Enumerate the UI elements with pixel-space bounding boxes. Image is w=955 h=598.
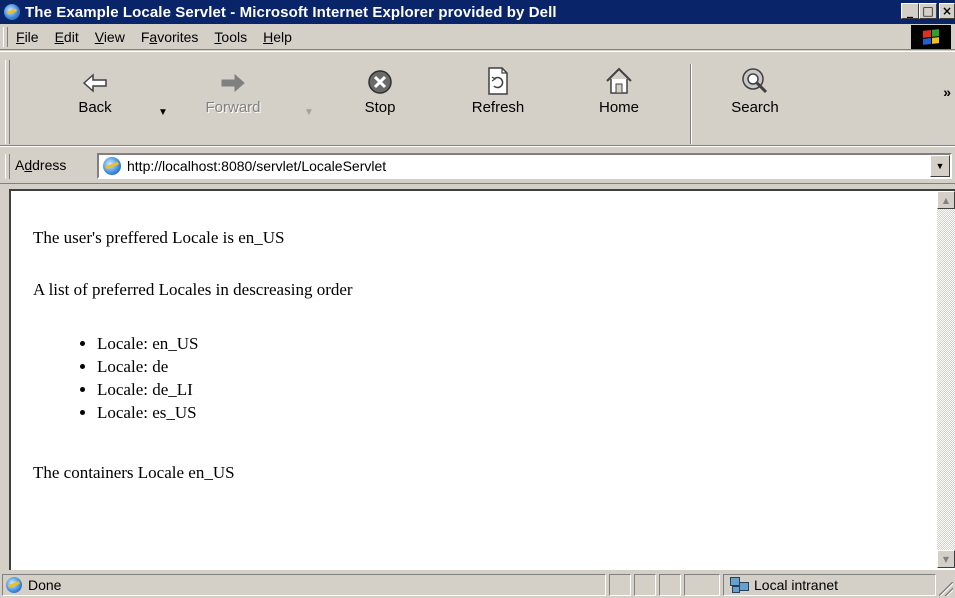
forward-dropdown-icon[interactable]: ▼ bbox=[304, 107, 314, 118]
toolbar-overflow-chevron[interactable]: » bbox=[943, 84, 951, 100]
menu-help[interactable]: Help bbox=[263, 29, 292, 45]
back-dropdown-icon[interactable]: ▼ bbox=[158, 107, 168, 118]
url-input[interactable]: http://localhost:8080/servlet/LocaleServ… bbox=[127, 158, 930, 174]
forward-label: Forward bbox=[205, 99, 261, 116]
list-item: Locale: de bbox=[97, 355, 199, 378]
list-item: Locale: de_LI bbox=[97, 378, 199, 401]
stop-label: Stop bbox=[364, 99, 396, 116]
zone-text: Local intranet bbox=[754, 577, 839, 593]
menu-bar: File Edit View Favorites Tools Help bbox=[0, 24, 955, 50]
ie-logo-icon[interactable] bbox=[4, 4, 20, 20]
menu-file[interactable]: File bbox=[16, 29, 39, 45]
scroll-down-button[interactable]: ▼ bbox=[937, 550, 955, 568]
page-icon bbox=[103, 157, 121, 175]
maximize-button[interactable]: □ bbox=[919, 3, 937, 19]
back-arrow-icon bbox=[55, 62, 135, 96]
zone-panel[interactable]: Local intranet bbox=[723, 574, 936, 596]
menu-tools[interactable]: Tools bbox=[214, 29, 247, 45]
list-item: Locale: es_US bbox=[97, 401, 199, 424]
status-panel bbox=[684, 574, 720, 596]
menu-favorites[interactable]: Favorites bbox=[141, 29, 199, 45]
stop-button[interactable]: Stop bbox=[340, 62, 420, 116]
toolbar-grip[interactable] bbox=[5, 60, 10, 144]
title-bar[interactable]: The Example Locale Servlet - Microsoft I… bbox=[0, 0, 955, 24]
address-grip[interactable] bbox=[5, 154, 10, 179]
local-intranet-icon bbox=[730, 577, 749, 593]
home-icon bbox=[579, 62, 659, 96]
home-label: Home bbox=[598, 99, 639, 116]
container-locale-text: The containers Locale en_US bbox=[33, 463, 235, 482]
back-button[interactable]: Back bbox=[55, 62, 135, 116]
forward-button[interactable]: Forward bbox=[193, 62, 273, 116]
windows-logo-icon bbox=[911, 25, 951, 49]
close-button[interactable]: × bbox=[939, 3, 955, 19]
back-label: Back bbox=[78, 99, 112, 116]
preferred-locale-text: The user's preffered Locale is en_US bbox=[33, 228, 285, 247]
status-panel bbox=[659, 574, 681, 596]
refresh-label: Refresh bbox=[471, 99, 525, 116]
status-panel bbox=[634, 574, 656, 596]
address-dropdown-button[interactable]: ▼ bbox=[930, 155, 950, 177]
done-page-icon bbox=[6, 577, 22, 593]
vertical-scrollbar[interactable]: ▲ ▼ bbox=[937, 191, 955, 568]
status-panel bbox=[609, 574, 631, 596]
status-bar: Done Local intranet bbox=[0, 572, 955, 598]
page-content: The user's preffered Locale is en_US A l… bbox=[9, 189, 955, 570]
search-globe-icon bbox=[715, 62, 795, 96]
menu-view[interactable]: View bbox=[95, 29, 125, 45]
menu-edit[interactable]: Edit bbox=[55, 29, 79, 45]
forward-arrow-icon bbox=[193, 62, 273, 96]
resize-grip[interactable] bbox=[939, 582, 953, 596]
menu-grip[interactable] bbox=[3, 26, 8, 47]
address-bar: Address http://localhost:8080/servlet/Lo… bbox=[0, 146, 955, 184]
address-field[interactable]: http://localhost:8080/servlet/LocaleServ… bbox=[97, 153, 952, 179]
address-label: Address bbox=[15, 157, 67, 173]
locale-list-heading: A list of preferred Locales in descreasi… bbox=[33, 280, 353, 299]
refresh-button[interactable]: Refresh bbox=[458, 62, 538, 116]
search-label: Search bbox=[731, 99, 779, 116]
standard-toolbar: Back ▼ Forward ▼ Stop Refresh Home Searc… bbox=[0, 51, 955, 146]
window-title: The Example Locale Servlet - Microsoft I… bbox=[25, 3, 557, 21]
window-controls: _ □ × bbox=[901, 3, 955, 19]
list-item: Locale: en_US bbox=[97, 332, 199, 355]
minimize-button[interactable]: _ bbox=[901, 3, 919, 19]
home-button[interactable]: Home bbox=[579, 62, 659, 116]
refresh-icon bbox=[458, 62, 538, 96]
locale-list: Locale: en_US Locale: de Locale: de_LI L… bbox=[69, 332, 199, 424]
scroll-up-button[interactable]: ▲ bbox=[937, 191, 955, 209]
status-text-panel: Done bbox=[2, 574, 606, 596]
toolbar-separator bbox=[690, 64, 692, 144]
stop-icon bbox=[340, 62, 420, 96]
status-text: Done bbox=[28, 577, 62, 593]
search-button[interactable]: Search bbox=[715, 62, 795, 116]
